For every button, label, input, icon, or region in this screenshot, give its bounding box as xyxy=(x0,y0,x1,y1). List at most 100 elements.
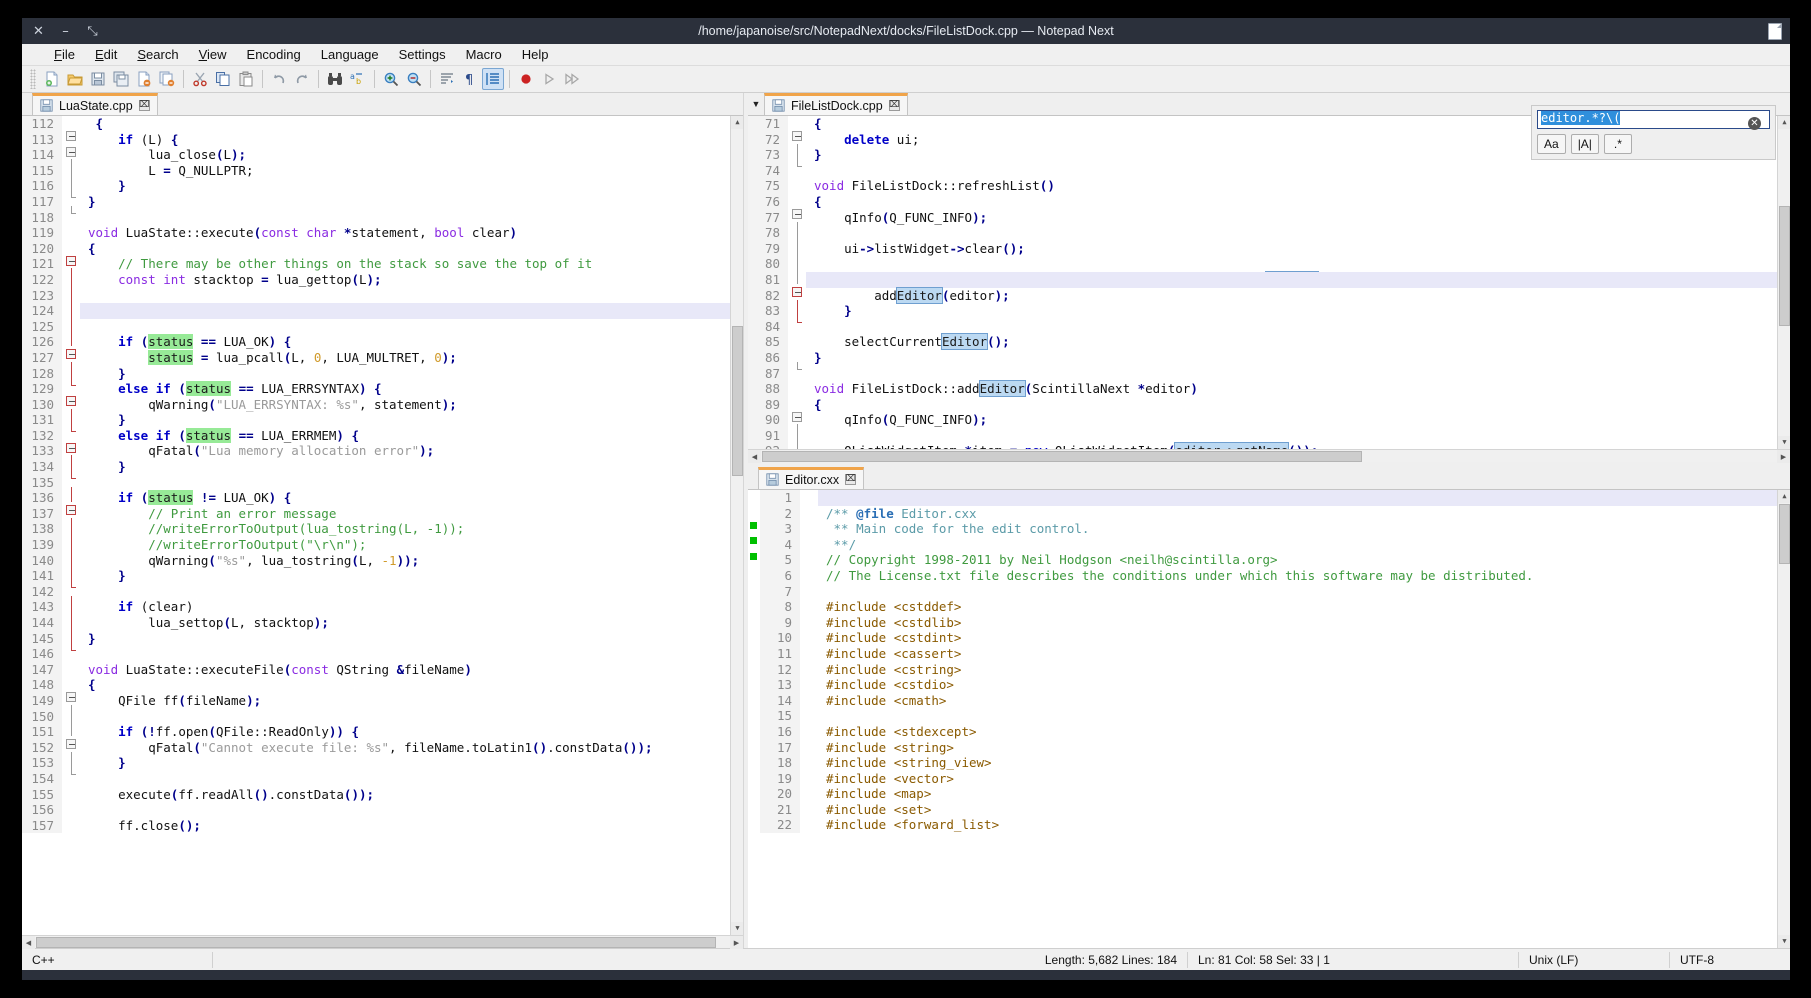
code-line[interactable]: 83 } xyxy=(748,303,1790,324)
code-line[interactable]: 9 #include <cstdlib> xyxy=(748,614,1790,631)
regex-button[interactable]: .* xyxy=(1603,134,1632,154)
scroll-down-arrow-icon[interactable]: ▼ xyxy=(731,922,743,935)
code-line[interactable]: 127 status = lua_pcall(L, 0, LUA_MULTRET… xyxy=(22,349,743,378)
code-line[interactable]: 123 xyxy=(22,287,743,316)
code-line[interactable]: 4 **/ xyxy=(748,536,1790,560)
search-input[interactable]: editor.*?\( xyxy=(1537,110,1770,129)
clear-search-icon[interactable]: ✕ xyxy=(1748,117,1761,130)
code-line[interactable]: 112 { xyxy=(22,116,743,141)
close-file-icon[interactable] xyxy=(133,68,155,90)
code-line[interactable]: 146 xyxy=(22,646,743,662)
code-line[interactable]: 77 qInfo(Q_FUNC_INFO); xyxy=(748,209,1790,238)
code-line[interactable]: 115 L = Q_NULLPTR; xyxy=(22,162,743,191)
scroll-right-arrow-icon[interactable]: ▶ xyxy=(1777,450,1790,463)
code-line[interactable]: 133 qFatal("Lua memory allocation error"… xyxy=(22,443,743,472)
code-line[interactable]: 5 // Copyright 1998-2011 by Neil Hodgson … xyxy=(748,552,1790,568)
scroll-down-arrow-icon[interactable]: ▼ xyxy=(1778,436,1790,449)
code-line[interactable]: 90 qInfo(Q_FUNC_INFO); xyxy=(748,412,1790,440)
restore-window-icon[interactable]: ⤡ xyxy=(86,25,99,38)
code-line[interactable]: 151 if (!ff.open(QFile::ReadOnly)) { xyxy=(22,724,743,750)
status-language[interactable]: C++ xyxy=(22,950,212,970)
code-line[interactable]: 116 } xyxy=(22,178,743,199)
code-line[interactable]: 128 } xyxy=(22,365,743,386)
menu-item-edit[interactable]: Edit xyxy=(85,45,127,64)
code-line[interactable]: 137 // Print an error message xyxy=(22,505,743,534)
code-line[interactable]: 11 #include <cassert> xyxy=(748,645,1790,662)
scroll-left-arrow-icon[interactable]: ◀ xyxy=(22,936,35,949)
code-line[interactable]: 75 void FileListDock::refreshList() xyxy=(748,178,1790,194)
code-line[interactable]: 129 else if (status == LUA_ERRSYNTAX) { xyxy=(22,381,743,407)
code-line[interactable]: 76 { xyxy=(748,193,1790,219)
toolbar-grip[interactable] xyxy=(30,69,36,89)
tab-filelistdock-cpp[interactable]: FileListDock.cpp ⌧ xyxy=(764,93,908,115)
code-line[interactable]: 148 { xyxy=(22,677,743,703)
code-line[interactable]: 1// Scintilla source code edit control xyxy=(748,490,1790,506)
status-eol[interactable]: Unix (LF) xyxy=(1519,950,1669,970)
code-line[interactable]: 87 xyxy=(748,365,1790,382)
code-line[interactable]: 13 #include <cstdio> xyxy=(748,677,1790,693)
close-icon[interactable]: ⌧ xyxy=(138,100,150,111)
code-line[interactable]: 86} xyxy=(748,349,1790,370)
code-line[interactable]: 139 //writeErrorToOutput("\r\n"); xyxy=(22,537,743,565)
right-top-editor-surface[interactable]: 71 {72 delete ui; 73} 74 75 void FileListDock… xyxy=(748,116,1790,449)
code-line[interactable]: 144 lua_settop(L, stacktop); xyxy=(22,615,743,643)
code-line[interactable]: 84 xyxy=(748,318,1790,335)
code-line[interactable]: 141 } xyxy=(22,568,743,589)
code-line[interactable]: 122 const int stacktop = lua_gettop(L); xyxy=(22,271,743,300)
open-folder-icon[interactable] xyxy=(64,68,86,90)
right-bottom-vertical-scrollbar[interactable]: ▲ ▼ xyxy=(1777,490,1790,948)
code-line[interactable]: 153 } xyxy=(22,755,743,776)
paste-icon[interactable] xyxy=(235,68,257,90)
scroll-thumb[interactable] xyxy=(762,451,1362,462)
left-code-lines[interactable]: 112 {113 if (L) {114 lua_close(L); 115 L … xyxy=(22,116,743,834)
code-line[interactable]: 135 xyxy=(22,474,743,503)
match-case-button[interactable]: Aa xyxy=(1537,134,1566,154)
undo-arrow-icon[interactable] xyxy=(268,68,290,90)
code-line[interactable]: 132 else if (status == LUA_ERRMEM) { xyxy=(22,427,743,453)
close-window-icon[interactable]: ✕ xyxy=(32,25,45,38)
scroll-thumb[interactable] xyxy=(1779,504,1790,564)
code-line[interactable]: 18 #include <string_view> xyxy=(748,755,1790,771)
magnifier-plus-icon[interactable] xyxy=(380,68,402,90)
code-line[interactable]: 88 void FileListDock::addEditor(Scintilla… xyxy=(748,380,1790,398)
code-line[interactable]: 157 ff.close(); xyxy=(22,817,743,834)
tab-luastate-cpp[interactable]: LuaState.cpp ⌧ xyxy=(32,93,158,115)
indent-guide-icon[interactable] xyxy=(482,68,504,90)
code-line[interactable]: 20 #include <map> xyxy=(748,786,1790,802)
magnifier-minus-icon[interactable] xyxy=(403,68,425,90)
save-all-icon[interactable] xyxy=(110,68,132,90)
code-line[interactable]: 8 #include <cstddef> xyxy=(748,599,1790,615)
code-line[interactable]: 6 // The License.txt file describes the c… xyxy=(748,567,1790,584)
code-line[interactable]: 15 xyxy=(748,708,1790,724)
left-editor-surface[interactable]: 112 {113 if (L) {114 lua_close(L); 115 L … xyxy=(22,116,743,935)
right-bottom-editor-surface[interactable]: 1// Scintilla source code edit control2 /… xyxy=(748,490,1790,948)
left-vertical-scrollbar[interactable]: ▲ ▼ xyxy=(730,116,743,935)
code-line[interactable]: 154 xyxy=(22,770,743,787)
code-line[interactable]: 125 xyxy=(22,318,743,347)
code-line[interactable]: 134 } xyxy=(22,459,743,480)
code-line[interactable]: 10 #include <cstdint> xyxy=(748,630,1790,646)
menu-item-help[interactable]: Help xyxy=(512,45,559,64)
new-file-icon[interactable] xyxy=(41,68,63,90)
code-line[interactable]: 150 xyxy=(22,708,743,737)
right-top-horizontal-scrollbar[interactable]: ◀ ▶ xyxy=(748,449,1790,463)
code-line[interactable]: 89 { xyxy=(748,396,1790,422)
copy-icon[interactable] xyxy=(212,68,234,90)
code-line[interactable]: 7 xyxy=(748,583,1790,600)
code-line[interactable]: 12 #include <cstring> xyxy=(748,661,1790,678)
scroll-left-arrow-icon[interactable]: ◀ xyxy=(748,450,761,463)
code-line[interactable]: 78 xyxy=(748,225,1790,253)
scroll-down-arrow-icon[interactable]: ▼ xyxy=(1778,935,1790,948)
code-line[interactable]: 85 selectCurrentEditor(); xyxy=(748,333,1790,351)
scroll-up-arrow-icon[interactable]: ▲ xyxy=(1778,116,1790,129)
code-line[interactable]: 120 { xyxy=(22,240,743,266)
code-line[interactable]: 17 #include <string> xyxy=(748,739,1790,756)
code-line[interactable]: 147 void LuaState::executeFile(const QStr… xyxy=(22,661,743,678)
code-line[interactable]: 149 QFile ff(fileName); xyxy=(22,692,743,721)
code-line[interactable]: 117} xyxy=(22,193,743,214)
code-line[interactable]: 145} xyxy=(22,630,743,651)
scroll-thumb[interactable] xyxy=(732,326,743,476)
close-all-icon[interactable] xyxy=(156,68,178,90)
menu-item-view[interactable]: View xyxy=(189,45,237,64)
code-line[interactable]: 16 #include <stdexcept> xyxy=(748,723,1790,740)
